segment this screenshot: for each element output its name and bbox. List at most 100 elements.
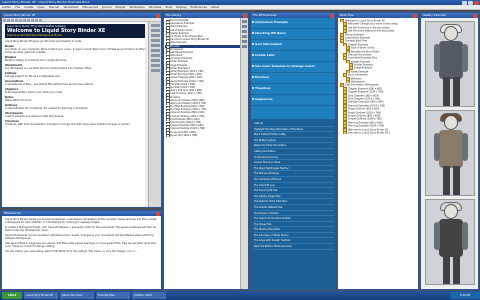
tab-chameleon[interactable]: Chameleon Example xyxy=(251,18,335,29)
notes-icon[interactable] xyxy=(150,34,160,37)
image-icon[interactable] xyxy=(150,39,160,42)
workspaces-title: Workspaces xyxy=(4,211,21,215)
tree-close-icon[interactable] xyxy=(413,13,417,18)
examples-title: File XE Examples xyxy=(253,13,277,17)
tab-dossiers[interactable]: Dossiers xyxy=(251,73,335,84)
workspaces-paragraph: You can Listing your new Listing, select… xyxy=(5,250,138,253)
figure-leg xyxy=(453,255,460,284)
section-text: A set of Outlines and sequence with stor… xyxy=(5,115,64,118)
timeline-icon[interactable] xyxy=(150,44,160,47)
story-document[interactable]: Liquid Story Binder XE by Black Obelisk … xyxy=(2,22,150,207)
workspaces-close-icon[interactable] xyxy=(156,211,160,216)
section-text: Is the best writer's advice your write y… xyxy=(5,91,63,94)
gallery-icon[interactable] xyxy=(150,59,160,62)
figure-arm xyxy=(434,222,440,250)
tree-node[interactable]: Welcome to Liquid Story Binder XE 2 xyxy=(340,131,416,134)
gallery-titlebar[interactable]: Gallery Example xyxy=(421,13,478,18)
start-button[interactable]: start xyxy=(2,292,22,299)
story-window-titlebar[interactable]: Liquid Story Binder XE xyxy=(2,13,161,18)
close-button[interactable] xyxy=(474,0,479,5)
example-item[interactable]: Near the Balloon West Launched xyxy=(254,244,334,250)
taskbar-item[interactable]: Example Files xyxy=(96,292,130,299)
figure-arm xyxy=(462,133,468,161)
menu-open[interactable]: Open xyxy=(37,5,44,9)
section-text: Notes within the book. xyxy=(5,99,32,102)
section-text: A versatile list of files... use related… xyxy=(5,83,94,86)
taskbar-item[interactable]: Game Over Book xyxy=(60,292,94,299)
library-item[interactable]: Manuscript (1024 x 768) xyxy=(165,134,241,137)
gallery-window: Gallery Example xyxy=(420,12,479,290)
story-close-icon[interactable] xyxy=(156,13,160,18)
workspaces-paragraph: To create a Workspace Preset, click 'Sav… xyxy=(5,226,156,232)
dossier-icon[interactable] xyxy=(150,64,160,67)
workspaces-paragraph: Listings and files in subgroups are name… xyxy=(5,242,157,248)
banner-tagline: Exercising Visit Workshop Mediagraphs Bi… xyxy=(7,34,63,37)
menu-worksheet[interactable]: Worksheet xyxy=(63,5,78,9)
figure-body xyxy=(439,219,463,257)
gallery-close-icon[interactable] xyxy=(473,13,477,18)
workspaces-window: Workspaces Liquid Story Binder allows yo… xyxy=(1,210,162,290)
menu-journal[interactable]: Journal xyxy=(102,5,112,9)
tree-list: Welcome to Liquid Story Binder XE Welcome… xyxy=(338,18,418,135)
menu-create[interactable]: Create xyxy=(24,5,33,9)
tab-sort[interactable]: Sort Information xyxy=(251,40,335,51)
menu-manuscript[interactable]: Manuscript xyxy=(82,5,97,9)
clock: 3:49 PM xyxy=(450,292,480,299)
tab-timelines[interactable]: Timelines xyxy=(251,84,335,95)
menu-planner[interactable]: Planner xyxy=(49,5,60,9)
section-text: Any Worksheet is a versatile short docum… xyxy=(5,67,92,70)
workspaces-text[interactable]: Liquid Story Binder allows you to save w… xyxy=(2,216,161,257)
tab-sequences[interactable]: Sequences xyxy=(251,95,335,106)
move-up-icon[interactable] xyxy=(242,40,247,43)
tab-checking[interactable]: Checking Off Items xyxy=(251,29,335,40)
figure-body xyxy=(439,130,463,168)
listing-icon[interactable] xyxy=(150,49,160,52)
taskbar-item[interactable]: Liquid Story Binder XE xyxy=(24,292,58,299)
workspaces-titlebar[interactable]: Workspaces xyxy=(2,211,161,216)
gallery-title: Gallery Example xyxy=(423,13,446,17)
figure-body xyxy=(439,41,463,79)
taskbar: start Liquid Story Binder XE Game Over B… xyxy=(0,291,480,300)
menu-workspace[interactable]: Workspace xyxy=(129,5,144,9)
figure-leg xyxy=(443,77,450,106)
tab-color-schemes[interactable]: Use Color Schemes to Change Colors xyxy=(251,62,335,73)
examples-close-icon[interactable] xyxy=(330,13,334,18)
menu-tools[interactable]: Tools xyxy=(165,5,172,9)
delete-icon[interactable] xyxy=(242,30,247,33)
gallery-image[interactable] xyxy=(425,21,475,107)
figure-leg xyxy=(453,77,460,106)
open-icon[interactable] xyxy=(242,25,247,28)
minimize-button[interactable] xyxy=(462,0,467,5)
library-tools xyxy=(240,18,248,289)
maximize-button[interactable] xyxy=(468,0,473,5)
window-controls xyxy=(462,0,479,5)
chapter-icon[interactable] xyxy=(150,24,160,27)
menu-display[interactable]: Display xyxy=(176,5,186,9)
checklist-icon[interactable] xyxy=(150,69,160,72)
library-close-icon[interactable] xyxy=(243,13,247,18)
menu-playlist[interactable]: Playlist xyxy=(116,5,126,9)
section-text: Listings support for file as a configura… xyxy=(5,75,61,78)
gallery-image[interactable] xyxy=(425,110,475,196)
move-down-icon[interactable] xyxy=(242,45,247,48)
storyboard-icon[interactable] xyxy=(150,54,160,57)
tab-create-lists[interactable]: Create Lists xyxy=(251,51,335,62)
menu-file[interactable]: File xyxy=(15,5,20,9)
menu-about[interactable]: About xyxy=(211,5,219,9)
rename-icon[interactable] xyxy=(242,35,247,38)
gallery-image[interactable] xyxy=(425,199,475,285)
outline-icon[interactable] xyxy=(150,29,160,32)
file-library-window: File Library Planner Example Associations… xyxy=(163,12,249,290)
section-text: A Cabinetmaker list of Outlines. It's ne… xyxy=(5,107,88,110)
figure-arm xyxy=(434,44,440,72)
welcome-banner: Liquid Story Binder XE by Black Obelisk … xyxy=(5,24,147,38)
examples-sublist: Cabinet Highlight the Story Exemplars of … xyxy=(251,119,335,289)
tree-titlebar[interactable]: Book Tree xyxy=(338,13,418,18)
menu-author[interactable]: Author xyxy=(2,5,11,9)
figure-leg xyxy=(453,166,460,195)
menu-windows[interactable]: Windows xyxy=(149,5,162,9)
menu-preferences[interactable]: Preferences xyxy=(190,5,206,9)
workspaces-paragraph: Liquid Story Binder allows you to save w… xyxy=(5,218,157,224)
taskbar-item[interactable]: Untitled - Paint xyxy=(132,292,166,299)
new-file-icon[interactable] xyxy=(242,20,247,23)
